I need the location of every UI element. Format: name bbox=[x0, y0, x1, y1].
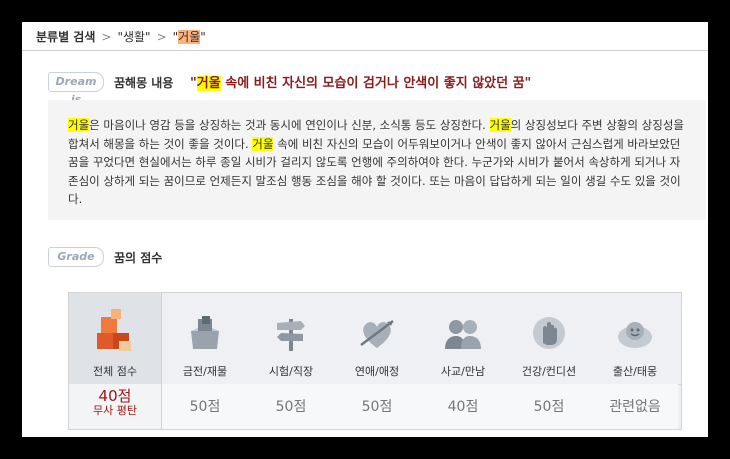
signpost-icon bbox=[277, 319, 305, 351]
category-exam: 시험/직장 50점 bbox=[248, 293, 334, 429]
category-score: 40점 bbox=[447, 399, 479, 415]
dream-title-keyword: 거울 bbox=[196, 76, 221, 91]
keyword-highlight: 거울 bbox=[68, 118, 90, 132]
category-score: 50점 bbox=[189, 399, 221, 415]
total-score-label: 전체 점수 bbox=[93, 365, 137, 378]
category-label: 사교/만남 bbox=[440, 365, 486, 378]
breadcrumb: 분류별 검색 > "생활" > "거울" bbox=[36, 28, 206, 45]
dream-title: "거울 속에 비친 자신의 모습이 검거나 안색이 좋지 않았던 꿈" bbox=[190, 76, 532, 91]
breadcrumb-keyword: 거울 bbox=[178, 30, 201, 44]
category-social: 사교/만남 40점 bbox=[420, 293, 506, 429]
dream-page: 분류별 검색 > "생활" > "거울" Dream is 꿈해몽 내용 "거울 속에 … bbox=[22, 22, 708, 437]
heart-arrow-icon bbox=[360, 320, 394, 348]
grade-section-label: 꿈의 점수 bbox=[114, 251, 163, 265]
people-icon bbox=[445, 320, 481, 349]
money-box-icon bbox=[191, 316, 219, 349]
dream-is-tag: Dream is bbox=[48, 72, 104, 106]
category-score: 50점 bbox=[361, 399, 393, 415]
dream-description: 거울은 마음이나 영감 등을 상징하는 것과 동시에 연인이나 신분, 소식통 … bbox=[68, 118, 684, 206]
category-score: 50점 bbox=[275, 399, 307, 415]
dream-section-label: 꿈해몽 내용 bbox=[114, 76, 174, 90]
blocks-icon bbox=[97, 309, 131, 351]
breadcrumb-current: "거울" bbox=[172, 30, 206, 44]
category-love: 연애/애정 50점 bbox=[334, 293, 420, 429]
keyword-highlight: 거울 bbox=[489, 118, 511, 132]
health-hand-icon bbox=[533, 317, 565, 349]
category-label: 시험/직장 bbox=[268, 365, 314, 378]
keyword-highlight: 거울 bbox=[252, 136, 274, 151]
score-table: 전체 점수 40점 무사 평탄 금전/재물 50점 시험/직장 50점 연애/애… bbox=[68, 292, 682, 430]
grade-tag: Grade bbox=[48, 247, 104, 267]
total-score-verdict: 무사 평탄 bbox=[93, 404, 137, 417]
category-label: 건강/컨디션 bbox=[521, 365, 577, 378]
baby-cloud-icon bbox=[618, 322, 652, 348]
category-label: 금전/재물 bbox=[182, 365, 228, 378]
breadcrumb-root-link[interactable]: 분류별 검색 bbox=[36, 30, 95, 44]
dream-description-box: 거울은 마음이나 영감 등을 상징하는 것과 동시에 연인이나 신분, 소식통 … bbox=[48, 100, 706, 220]
breadcrumb-divider bbox=[22, 50, 708, 51]
category-label: 출산/태몽 bbox=[612, 365, 658, 378]
category-money: 금전/재물 50점 bbox=[162, 293, 248, 429]
category-health: 건강/컨디션 50점 bbox=[506, 293, 592, 429]
category-score: 50점 bbox=[533, 399, 565, 415]
total-score-cell: 전체 점수 40점 무사 평탄 bbox=[69, 293, 162, 429]
breadcrumb-separator: > bbox=[156, 30, 167, 44]
category-birth: 출산/태몽 관련없음 bbox=[592, 293, 678, 429]
category-score: 관련없음 bbox=[609, 399, 661, 415]
breadcrumb-separator: > bbox=[101, 30, 112, 44]
category-label: 연애/애정 bbox=[354, 365, 400, 378]
breadcrumb-category-link[interactable]: "생활" bbox=[117, 30, 150, 44]
